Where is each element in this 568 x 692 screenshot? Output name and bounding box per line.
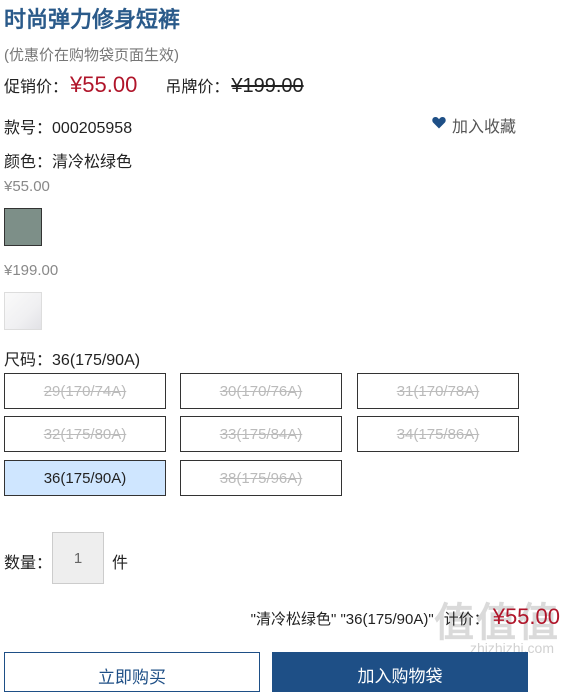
price-row: 促销价： ¥55.00 吊牌价： ¥199.00 bbox=[4, 72, 304, 102]
quantity-label: 数量： bbox=[4, 555, 53, 572]
size-selected-value: 36(175/90A) bbox=[52, 352, 141, 369]
selection-summary: "清冷松绿色" "36(175/90A)" bbox=[250, 611, 434, 628]
product-title: 时尚弹力修身短裤 bbox=[4, 7, 181, 32]
color-swatch-green[interactable] bbox=[4, 208, 42, 246]
sale-price: ¥55.00 bbox=[70, 72, 138, 97]
color-label: 颜色： bbox=[4, 154, 53, 171]
tag-price: ¥199.00 bbox=[231, 75, 304, 97]
size-option[interactable]: 29(170/74A) bbox=[4, 373, 166, 409]
sale-price-label: 促销价： bbox=[4, 79, 69, 96]
buy-now-button[interactable]: 立即购买 bbox=[4, 652, 260, 692]
tag-price-label: 吊牌价： bbox=[165, 79, 230, 96]
order-summary: "清冷松绿色" "36(175/90A)" 计价： ¥55.00 bbox=[251, 604, 560, 630]
quantity-input[interactable]: 1 bbox=[52, 532, 104, 584]
size-label: 尺码： bbox=[4, 352, 53, 369]
size-option[interactable]: 38(175/96A) bbox=[180, 460, 342, 496]
total-label: 计价： bbox=[443, 611, 489, 628]
sku-row: 款号：000205958 bbox=[4, 114, 132, 138]
add-favorite-button[interactable]: 加入收藏 bbox=[432, 113, 516, 137]
total-price: ¥55.00 bbox=[492, 604, 560, 629]
size-option[interactable]: 33(175/84A) bbox=[180, 416, 342, 452]
swatch-price-2: ¥199.00 bbox=[4, 262, 59, 279]
size-option[interactable]: 32(175/80A) bbox=[4, 416, 166, 452]
swatch-price-1: ¥55.00 bbox=[4, 178, 50, 195]
size-option[interactable]: 34(175/86A) bbox=[357, 416, 519, 452]
discount-note: (优惠价在购物袋页面生效) bbox=[4, 47, 179, 64]
sku-value: 000205958 bbox=[52, 120, 133, 137]
color-row: 颜色：清冷松绿色 bbox=[4, 148, 132, 172]
quantity-unit: 件 bbox=[112, 555, 129, 572]
add-to-cart-button[interactable]: 加入购物袋 bbox=[272, 652, 528, 692]
sku-label: 款号： bbox=[4, 120, 53, 137]
color-swatch-white[interactable] bbox=[4, 292, 42, 330]
size-option[interactable]: 31(170/78A) bbox=[357, 373, 519, 409]
color-value: 清冷松绿色 bbox=[52, 154, 133, 171]
add-favorite-label: 加入收藏 bbox=[452, 119, 517, 136]
size-row: 尺码：36(175/90A) bbox=[4, 346, 140, 370]
size-option[interactable]: 36(175/90A) bbox=[4, 460, 166, 496]
heart-icon bbox=[432, 116, 452, 134]
size-option[interactable]: 30(170/76A) bbox=[180, 373, 342, 409]
